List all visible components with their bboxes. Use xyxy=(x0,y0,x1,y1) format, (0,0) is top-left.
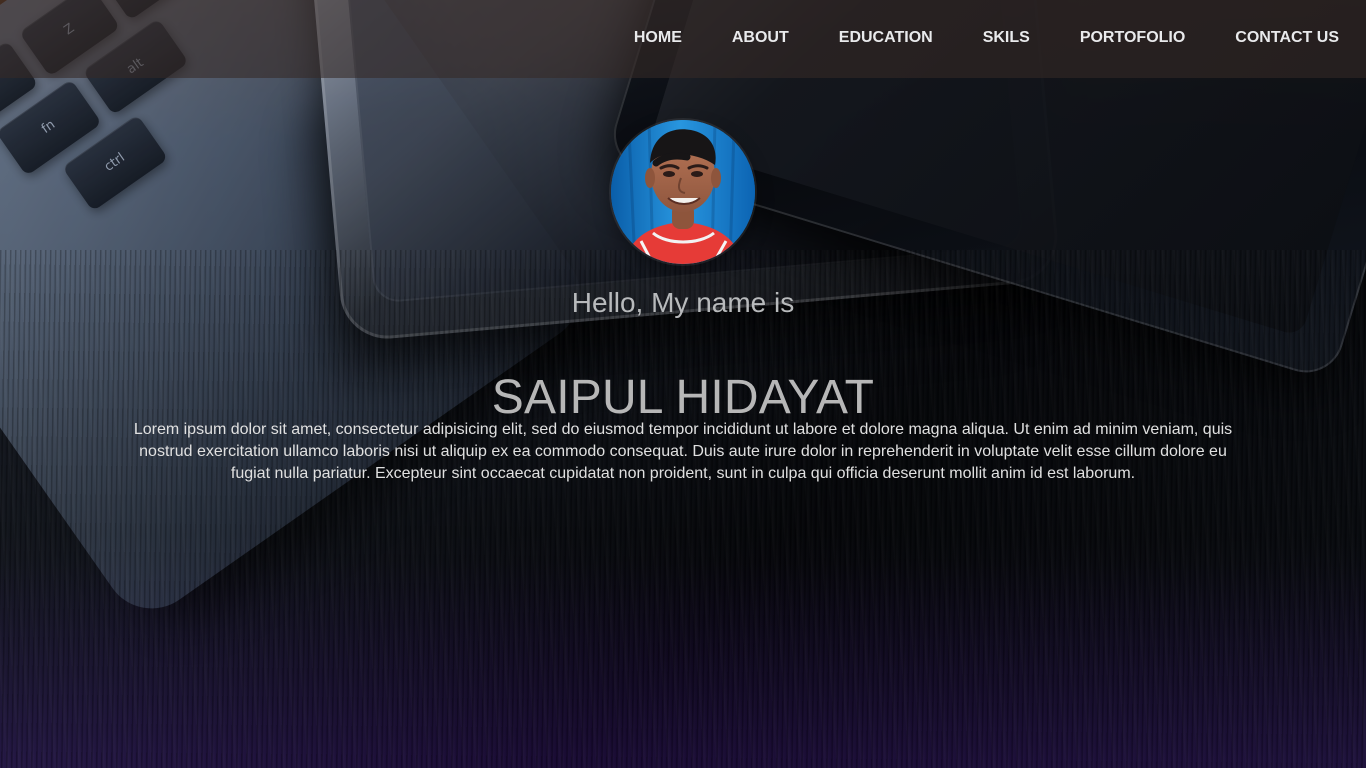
nav-link-home[interactable]: HOME xyxy=(634,28,682,48)
profile-photo xyxy=(611,120,755,264)
profile-photo-icon xyxy=(611,120,755,264)
profile-introduction: Lorem ipsum dolor sit amet, consectetur … xyxy=(133,421,1233,482)
navigation-links: HOME ABOUT EDUCATION SKILS PORTOFOLIO CO… xyxy=(634,28,1339,48)
nav-link-contact-us[interactable]: CONTACT US xyxy=(1235,28,1339,48)
nav-link-portfolio[interactable]: PORTOFOLIO xyxy=(1080,28,1185,48)
portfolio-hero-page: A Z X fn alt ctrl HOME ABOUT EDUCATION S… xyxy=(0,0,1366,768)
wood-texture-overlay xyxy=(0,250,1366,768)
top-navigation: HOME ABOUT EDUCATION SKILS PORTOFOLIO CO… xyxy=(0,0,1366,78)
nav-link-about[interactable]: ABOUT xyxy=(732,28,789,48)
greeting-text: Hello, My name is xyxy=(571,287,795,318)
nav-link-education[interactable]: EDUCATION xyxy=(839,28,933,48)
profile-name: SAIPUL HIDAYAT xyxy=(491,371,875,425)
nav-link-skills[interactable]: SKILS xyxy=(983,28,1030,48)
